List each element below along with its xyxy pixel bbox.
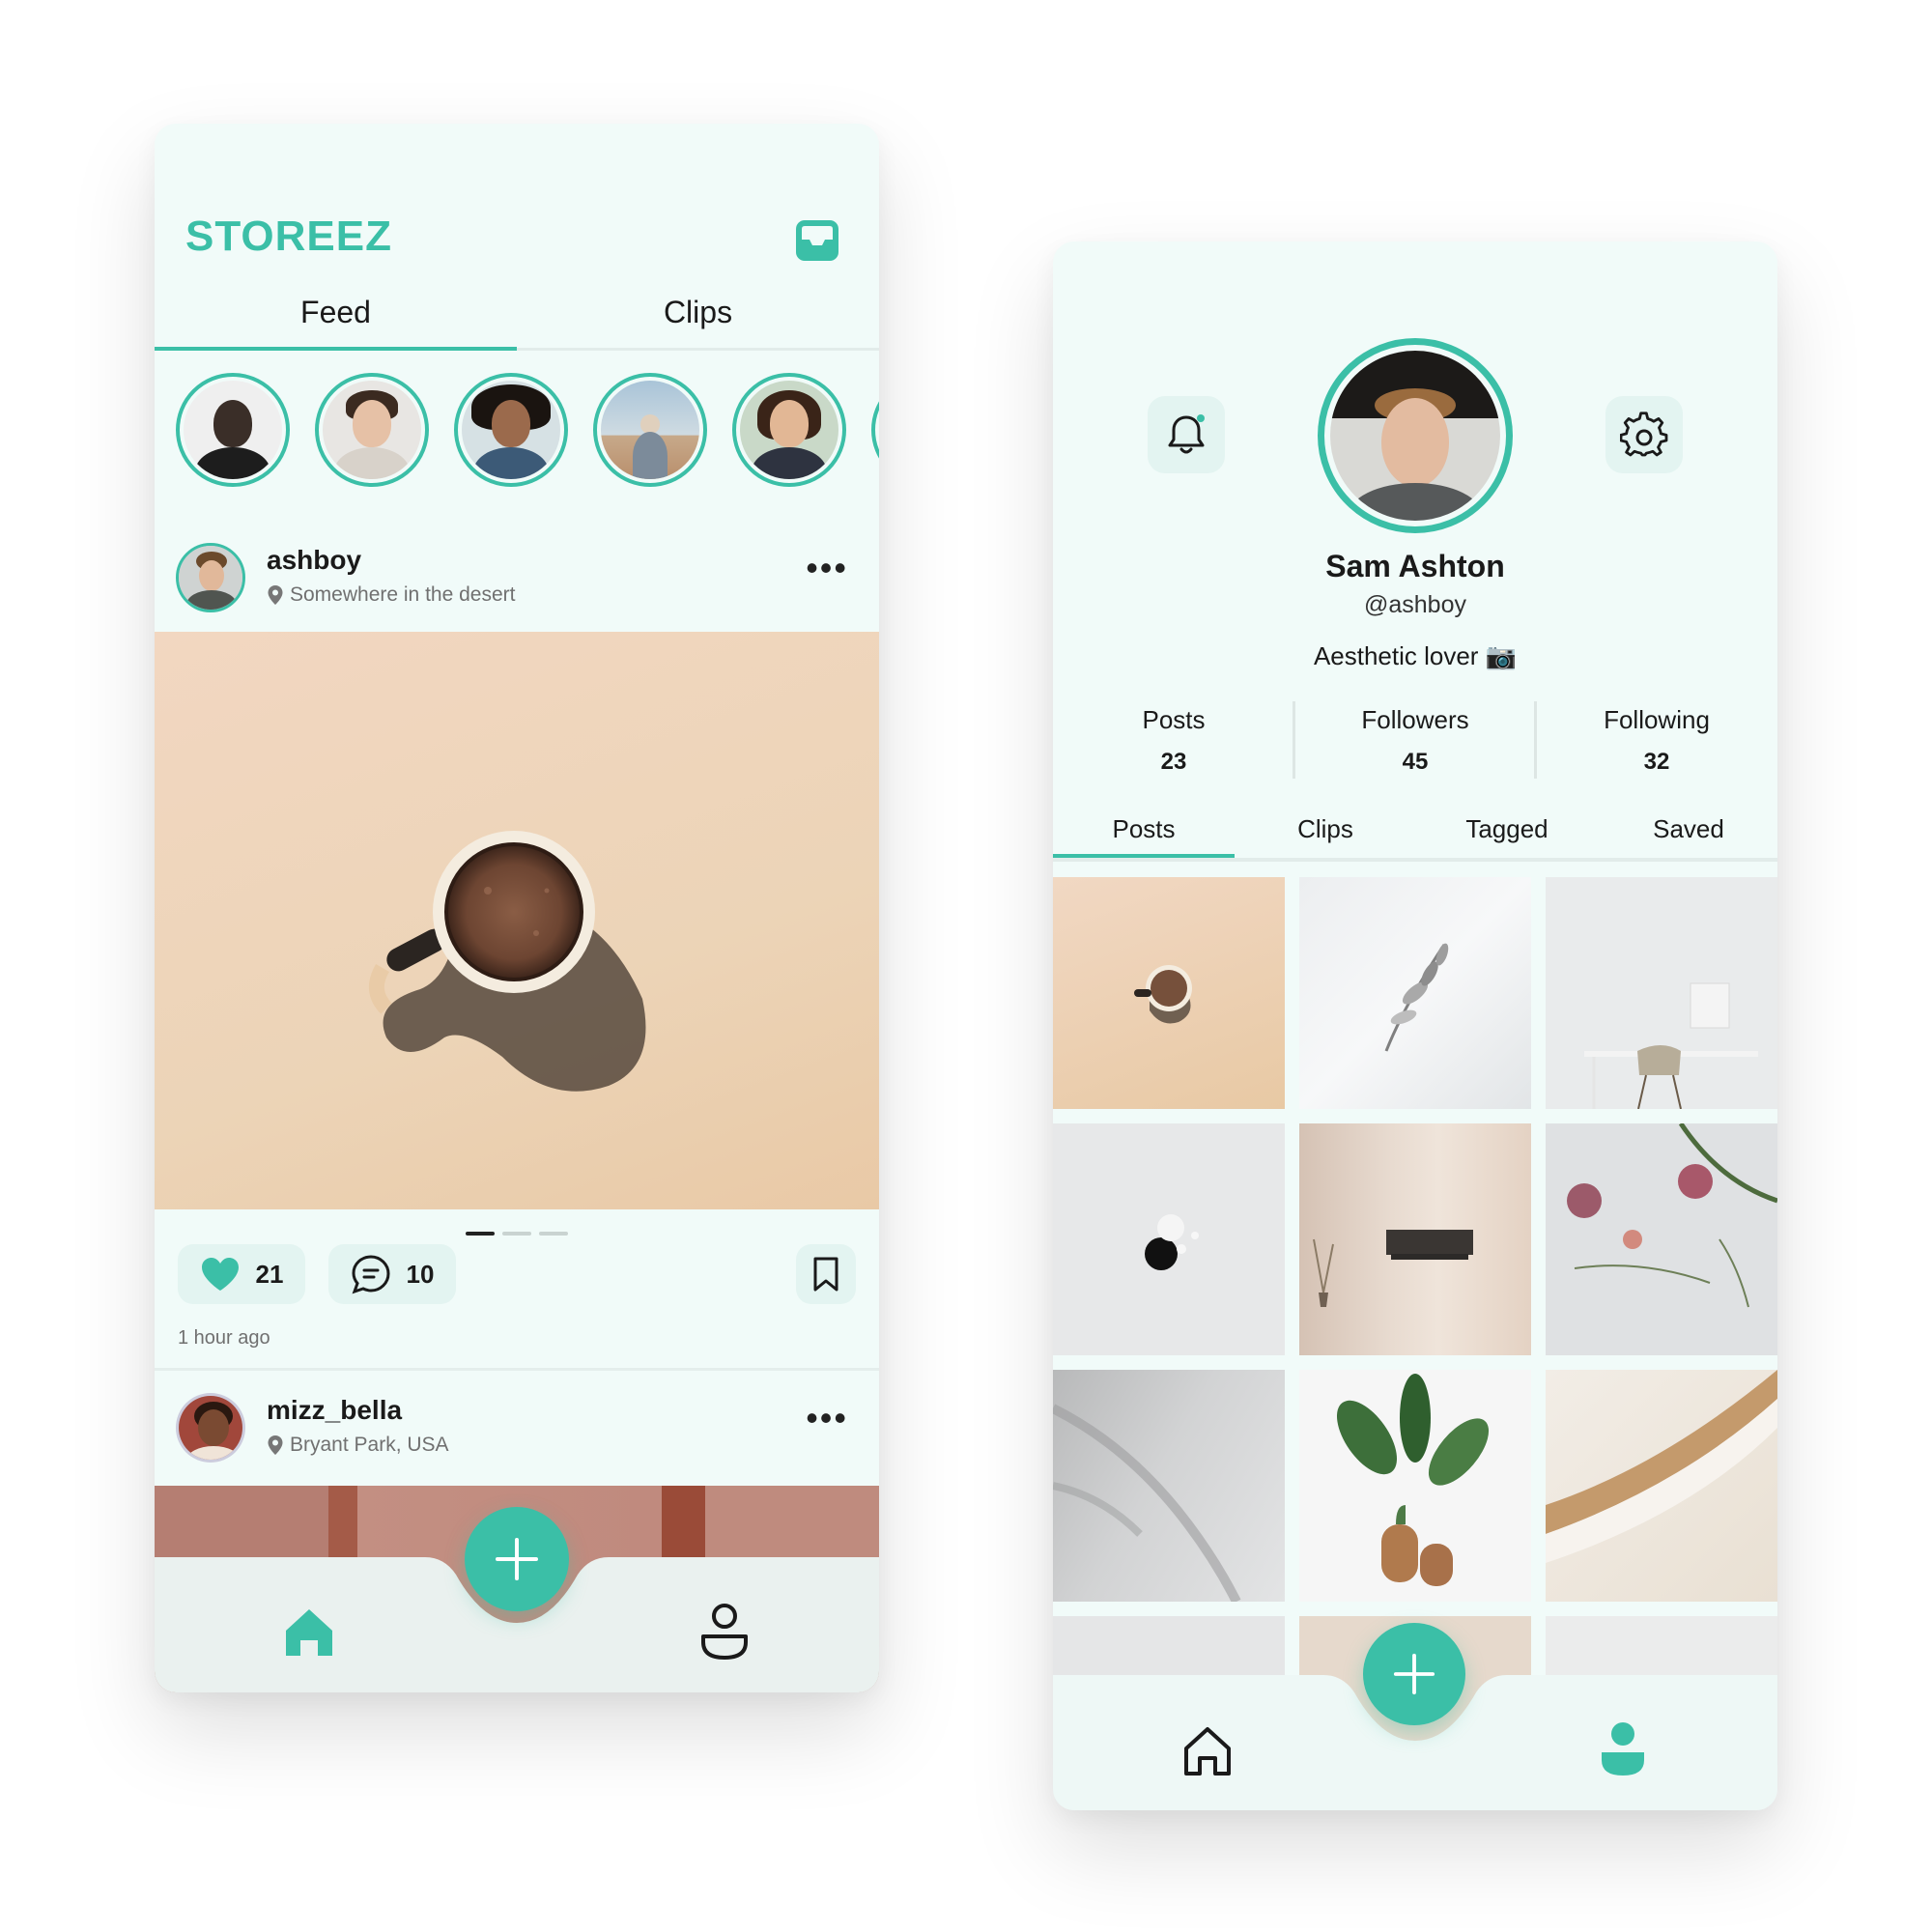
stat-label: Followers — [1361, 705, 1469, 734]
heart-icon — [201, 1258, 239, 1291]
grid-thumbnail[interactable] — [1546, 1123, 1777, 1355]
tab-feed[interactable]: Feed — [155, 288, 517, 351]
nav-profile[interactable] — [696, 1602, 753, 1662]
story-avatar[interactable] — [593, 373, 707, 487]
post-timestamp: 1 hour ago — [178, 1327, 270, 1349]
gear-icon — [1620, 412, 1668, 457]
more-options-icon[interactable]: ••• — [806, 1401, 848, 1435]
nav-home[interactable] — [280, 1604, 338, 1662]
tab-clips[interactable]: Clips — [1235, 810, 1416, 848]
stories-row — [176, 373, 879, 491]
more-options-icon[interactable]: ••• — [806, 551, 848, 585]
stat-label: Following — [1604, 705, 1710, 734]
story-avatar[interactable] — [871, 373, 879, 487]
bookmark-icon — [813, 1257, 838, 1292]
grid-thumbnail[interactable] — [1299, 1123, 1531, 1355]
profile-bio: Aesthetic lover 📷 — [1313, 641, 1518, 670]
like-button[interactable]: 21 — [178, 1244, 305, 1304]
story-avatar[interactable] — [454, 373, 568, 487]
inbox-icon[interactable] — [794, 218, 840, 263]
profile-tabs: Posts Clips Tagged Saved — [1053, 810, 1777, 862]
profile-avatar[interactable] — [1318, 338, 1513, 533]
stat-label: Posts — [1142, 705, 1206, 734]
story-avatar[interactable] — [315, 373, 429, 487]
app-logo: STOREEZ — [185, 213, 393, 260]
feed-tabs: Feed Clips — [155, 288, 879, 351]
post-header: mizz_bella Bryant Park, USA ••• — [155, 1379, 879, 1476]
settings-button[interactable] — [1605, 396, 1683, 473]
grid-thumbnail[interactable] — [1299, 877, 1531, 1109]
location-text: Bryant Park, USA — [290, 1434, 449, 1456]
carousel-dot[interactable] — [466, 1232, 495, 1236]
profile-screen: Sam Ashton @ashboy Aesthetic lover 📷 Pos… — [1053, 242, 1777, 1810]
stat-value: 45 — [1402, 749, 1429, 775]
grid-thumbnail[interactable] — [1546, 877, 1777, 1109]
post-username[interactable]: ashboy — [267, 545, 361, 576]
comment-icon — [352, 1255, 390, 1294]
notifications-button[interactable] — [1148, 396, 1225, 473]
story-avatar[interactable] — [176, 373, 290, 487]
tab-posts[interactable]: Posts — [1053, 810, 1235, 858]
create-post-button[interactable] — [1363, 1623, 1465, 1725]
avatar[interactable] — [176, 543, 245, 612]
plus-icon — [1393, 1653, 1435, 1695]
grid-thumbnail[interactable] — [1299, 1370, 1531, 1602]
create-post-button[interactable] — [465, 1507, 569, 1611]
carousel-dot[interactable] — [502, 1232, 531, 1236]
post-location: Bryant Park, USA — [267, 1434, 449, 1457]
profile-name: Sam Ashton — [1325, 549, 1505, 583]
like-count: 21 — [255, 1259, 284, 1289]
carousel-indicator — [155, 1223, 879, 1236]
comment-count: 10 — [406, 1259, 435, 1289]
nav-profile[interactable] — [1594, 1719, 1652, 1779]
stat-value: 32 — [1643, 749, 1670, 775]
divider — [155, 1368, 879, 1371]
location-pin-icon — [268, 585, 283, 605]
tab-clips[interactable]: Clips — [517, 288, 879, 336]
stat-value: 23 — [1160, 749, 1187, 775]
stat-followers[interactable]: Followers 45 — [1294, 705, 1536, 776]
location-pin-icon — [268, 1435, 283, 1455]
profile-handle: @ashboy — [1364, 591, 1466, 618]
avatar[interactable] — [176, 1393, 245, 1463]
post-username[interactable]: mizz_bella — [267, 1395, 402, 1426]
profile-icon — [701, 1604, 748, 1660]
location-text: Somewhere in the desert — [290, 583, 516, 606]
bookmark-button[interactable] — [796, 1244, 856, 1304]
comment-button[interactable]: 10 — [328, 1244, 456, 1304]
stat-following[interactable]: Following 32 — [1536, 705, 1777, 776]
tab-tagged[interactable]: Tagged — [1416, 810, 1598, 848]
story-avatar[interactable] — [732, 373, 846, 487]
post-image[interactable] — [155, 632, 879, 1209]
grid-thumbnail[interactable] — [1053, 1370, 1285, 1602]
grid-thumbnail[interactable] — [1053, 1123, 1285, 1355]
home-icon — [286, 1609, 332, 1656]
nav-home[interactable] — [1179, 1721, 1236, 1779]
post-location: Somewhere in the desert — [267, 583, 515, 607]
post-header: ashboy Somewhere in the desert ••• — [155, 529, 879, 626]
carousel-dot[interactable] — [539, 1232, 568, 1236]
plus-icon — [496, 1538, 538, 1580]
bell-icon — [1168, 414, 1205, 454]
profile-icon — [1602, 1722, 1644, 1776]
grid-thumbnail[interactable] — [1053, 877, 1285, 1109]
tab-saved[interactable]: Saved — [1598, 810, 1777, 848]
grid-thumbnail[interactable] — [1546, 1370, 1777, 1602]
stat-posts[interactable]: Posts 23 — [1053, 705, 1294, 776]
feed-screen: STOREEZ Feed Clips ashboy Somewhere in t… — [155, 124, 879, 1692]
home-icon — [1184, 1727, 1231, 1776]
